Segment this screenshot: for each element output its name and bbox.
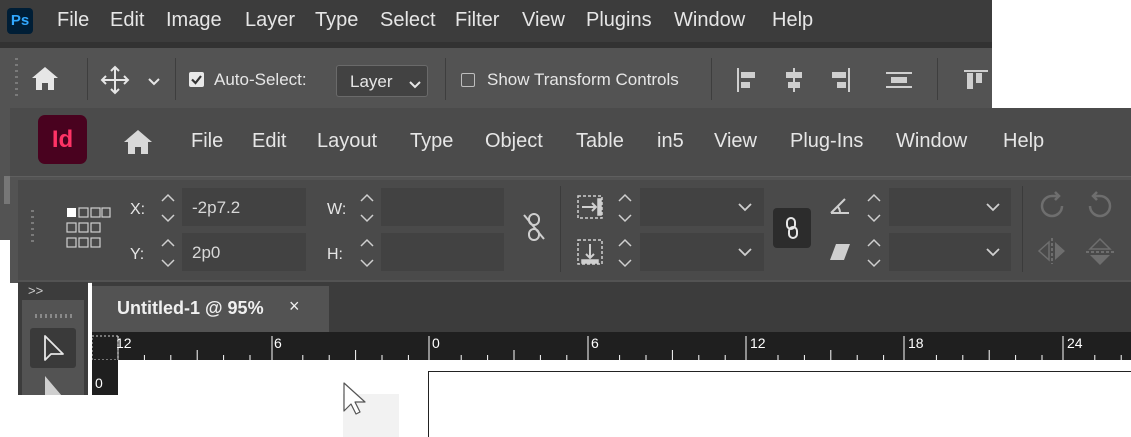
- ps-menu-image[interactable]: Image: [166, 9, 222, 32]
- shear-dropdown[interactable]: [889, 233, 1011, 271]
- ruler-label: 12: [116, 335, 132, 351]
- ps-menu-window[interactable]: Window: [674, 9, 745, 32]
- vertical-ruler-label: 0: [95, 375, 103, 391]
- ps-menu-view[interactable]: View: [522, 9, 565, 32]
- ps-separator: [87, 58, 88, 100]
- auto-select-target-dropdown[interactable]: Layer: [336, 65, 428, 97]
- align-top-icon[interactable]: [962, 66, 990, 99]
- id-menu-table[interactable]: Table: [576, 130, 624, 153]
- ps-menu-select[interactable]: Select: [380, 9, 436, 32]
- align-left-edges-icon[interactable]: [735, 66, 761, 99]
- ruler-label: 12: [750, 335, 766, 351]
- h-stepper[interactable]: [356, 232, 378, 274]
- constrain-proportions-unlinked-icon[interactable]: [520, 211, 548, 248]
- ps-menu-filter[interactable]: Filter: [455, 9, 499, 32]
- show-transform-label: Show Transform Controls: [487, 70, 679, 89]
- move-tool-icon[interactable]: [100, 65, 130, 100]
- id-menu-window[interactable]: Window: [896, 130, 967, 153]
- photoshop-logo[interactable]: Ps: [7, 8, 33, 34]
- ps-menu-type[interactable]: Type: [315, 9, 358, 32]
- y-label: Y:: [130, 246, 145, 263]
- home-icon[interactable]: [29, 64, 61, 97]
- x-label: X:: [130, 201, 146, 218]
- id-menu-view[interactable]: View: [714, 130, 757, 153]
- ps-separator: [445, 58, 446, 100]
- scale-y-icon: [576, 238, 604, 271]
- ps-left-panel-edge: [0, 110, 10, 240]
- ps-options-grip[interactable]: [14, 54, 19, 104]
- ruler-label: 6: [274, 335, 282, 351]
- id-menu-edit[interactable]: Edit: [252, 130, 286, 153]
- collapse-panel-button[interactable]: >>: [28, 283, 43, 298]
- rotation-stepper[interactable]: [863, 187, 885, 229]
- horizontal-ruler[interactable]: [92, 332, 1131, 360]
- ps-menu-plugins[interactable]: Plugins: [586, 9, 652, 32]
- ps-menu-layer[interactable]: Layer: [245, 9, 295, 32]
- tools-panel-grip[interactable]: [33, 306, 73, 318]
- id-menu-help[interactable]: Help: [1003, 130, 1044, 153]
- w-field[interactable]: [381, 188, 504, 226]
- id-menu-type[interactable]: Type: [410, 130, 453, 153]
- align-right-edges-icon[interactable]: [826, 66, 852, 99]
- scale-x-stepper[interactable]: [614, 187, 636, 229]
- control-separator: [560, 186, 561, 272]
- h-label: H:: [327, 246, 343, 263]
- reference-point-icon[interactable]: [65, 206, 111, 257]
- dropdown-value: Layer: [350, 72, 393, 91]
- rotate-counterclockwise-icon[interactable]: [1084, 190, 1116, 227]
- id-menu-layout[interactable]: Layout: [317, 130, 377, 153]
- y-stepper[interactable]: [157, 232, 179, 274]
- chevron-down-icon: [409, 75, 421, 95]
- id-menu-object[interactable]: Object: [485, 130, 543, 153]
- ps-separator: [711, 58, 712, 100]
- selection-tool-button[interactable]: [30, 328, 76, 368]
- document-page[interactable]: [428, 371, 1131, 437]
- ps-separator: [175, 58, 176, 100]
- align-top-edges-icon[interactable]: [884, 66, 914, 99]
- x-value: -2p7.2: [192, 198, 241, 217]
- mouse-pointer-icon: [342, 381, 370, 420]
- close-icon[interactable]: ×: [289, 296, 300, 317]
- rotate-clockwise-icon[interactable]: [1036, 190, 1068, 227]
- id-menu-in5[interactable]: in5: [657, 130, 684, 153]
- ps-menu-file[interactable]: File: [57, 9, 89, 32]
- shear-angle-icon: [828, 241, 852, 268]
- scale-x-icon: [576, 193, 604, 226]
- w-stepper[interactable]: [356, 187, 378, 229]
- rotation-angle-icon: [828, 194, 852, 223]
- indesign-logo[interactable]: Id: [38, 115, 87, 164]
- ruler-label: 18: [908, 335, 924, 351]
- document-tab-title: Untitled-1 @ 95%: [117, 298, 264, 318]
- shear-stepper[interactable]: [863, 232, 885, 274]
- ruler-label: 24: [1067, 335, 1083, 351]
- flip-horizontal-icon[interactable]: [1036, 236, 1068, 271]
- scale-y-stepper[interactable]: [614, 232, 636, 274]
- control-separator: [1022, 186, 1023, 272]
- rotation-dropdown[interactable]: [889, 188, 1011, 226]
- id-menu-file[interactable]: File: [191, 130, 223, 153]
- scale-y-dropdown[interactable]: [640, 233, 764, 271]
- x-stepper[interactable]: [157, 187, 179, 229]
- home-icon[interactable]: [121, 128, 155, 161]
- ps-menu-edit[interactable]: Edit: [110, 9, 144, 32]
- control-panel-grip[interactable]: [30, 208, 35, 253]
- h-field[interactable]: [381, 233, 504, 271]
- desktop-background: [0, 395, 342, 437]
- id-menu-plug-ins[interactable]: Plug-Ins: [790, 130, 863, 153]
- auto-select-label: Auto-Select:: [214, 70, 307, 89]
- auto-select-checkbox[interactable]: [189, 72, 204, 87]
- y-value: 2p0: [192, 243, 221, 262]
- scale-x-dropdown[interactable]: [640, 188, 764, 226]
- flip-vertical-icon[interactable]: [1084, 236, 1116, 273]
- align-horizontal-centers-icon[interactable]: [781, 66, 807, 99]
- ruler-label: 0: [432, 335, 440, 351]
- w-label: W:: [327, 201, 347, 218]
- chevron-down-icon[interactable]: [148, 74, 160, 92]
- ps-separator: [937, 58, 938, 100]
- ruler-label: 6: [591, 335, 599, 351]
- show-transform-checkbox[interactable]: [461, 73, 475, 87]
- ps-menu-help[interactable]: Help: [772, 9, 813, 32]
- constrain-scale-button[interactable]: [773, 208, 811, 248]
